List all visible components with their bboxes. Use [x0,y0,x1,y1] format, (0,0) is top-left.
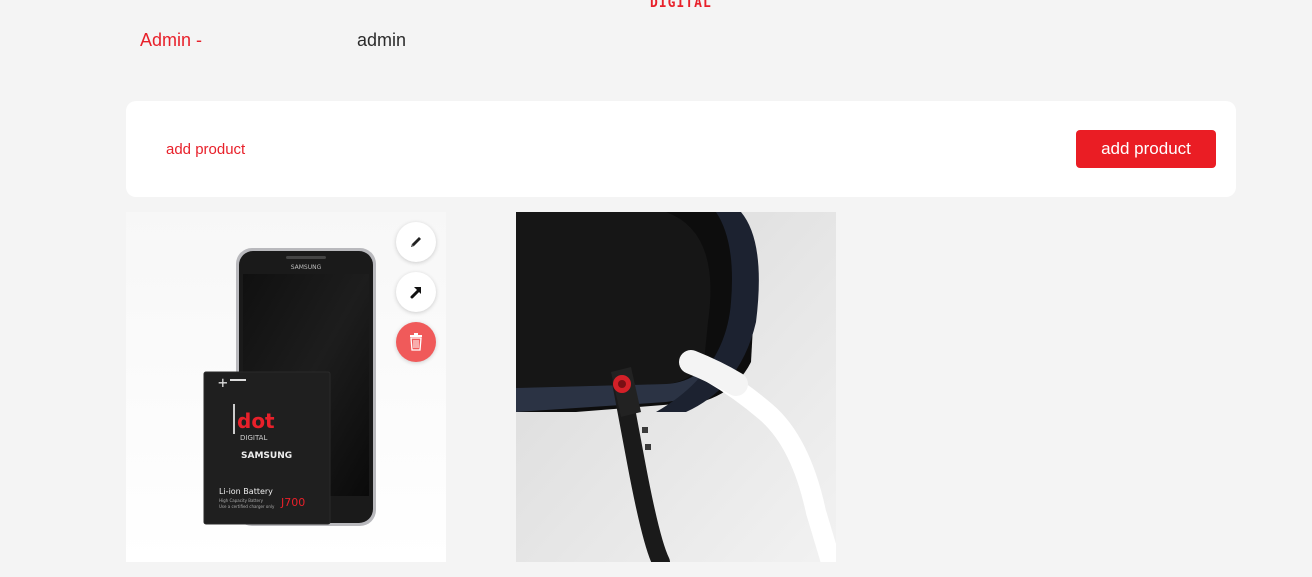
logo-text: DIGITAL [650,0,712,11]
pack-model-text: J700 [280,496,305,509]
add-product-button[interactable]: add product [1076,130,1216,168]
add-product-link[interactable]: add product [166,141,245,158]
pack-logo-text: dot [237,409,275,433]
open-product-button[interactable] [396,272,436,312]
trash-icon [410,333,422,351]
svg-text:+: + [218,373,228,392]
delete-product-button[interactable] [396,322,436,362]
edit-product-button[interactable] [396,222,436,262]
product-image-cable [516,212,836,562]
phone-brand-text: SAMSUNG [291,264,322,271]
pack-type-text: Li-ion Battery [219,487,273,496]
product-image-battery: SAMSUNG + dot DIGITAL SAMSUNG Li-ion Bat… [126,212,446,562]
pack-brand-text: SAMSUNG [241,451,292,461]
admin-role-label: Admin - [140,30,203,50]
product-card[interactable] [516,212,836,562]
admin-username: admin [357,30,407,50]
pack-logo-sub-text: DIGITAL [240,434,267,442]
pack-capacity-text: High Capacity Battery [219,498,264,503]
arrow-up-right-icon [410,287,421,299]
pencil-icon [411,237,421,247]
pack-note-text: Use a certified charger only [219,504,275,509]
product-card[interactable]: SAMSUNG + dot DIGITAL SAMSUNG Li-ion Bat… [126,212,446,562]
brand-logo: DIGITAL [650,0,718,16]
product-toolbar: add product add product [126,101,1236,197]
